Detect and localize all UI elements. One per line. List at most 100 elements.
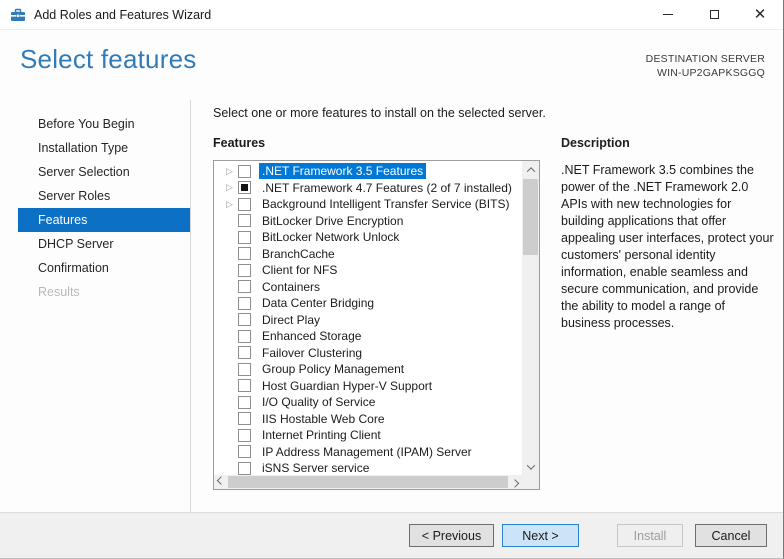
feature-row-group-policy-management[interactable]: ▷ Group Policy Management — [214, 361, 522, 378]
feature-checkbox[interactable] — [238, 362, 251, 376]
feature-label[interactable]: Internet Printing Client — [259, 427, 384, 443]
sidebar-item-dhcp-server[interactable]: DHCP Server — [18, 232, 190, 256]
feature-row-net-framework-3-5-features[interactable]: ▷ .NET Framework 3.5 Features — [214, 163, 522, 180]
feature-row-iis-hostable-web-core[interactable]: ▷ IIS Hostable Web Core — [214, 411, 522, 428]
wizard-footer: < Previous Next > Install Cancel — [0, 512, 783, 558]
next-button[interactable]: Next > — [502, 524, 579, 547]
description-text: .NET Framework 3.5 combines the power of… — [561, 163, 774, 330]
feature-label[interactable]: BranchCache — [259, 246, 338, 262]
feature-checkbox[interactable] — [238, 379, 251, 393]
feature-label[interactable]: Containers — [259, 279, 323, 295]
feature-row-isns-server-service[interactable]: ▷ iSNS Server service — [214, 460, 522, 475]
feature-row-bitlocker-network-unlock[interactable]: ▷ BitLocker Network Unlock — [214, 229, 522, 246]
feature-row-background-intelligent-transfer-service-bits[interactable]: ▷ Background Intelligent Transfer Servic… — [214, 196, 522, 213]
feature-label[interactable]: Direct Play — [259, 312, 323, 328]
feature-row-client-for-nfs[interactable]: ▷ Client for NFS — [214, 262, 522, 279]
feature-checkbox[interactable] — [238, 181, 251, 195]
feature-row-enhanced-storage[interactable]: ▷ Enhanced Storage — [214, 328, 522, 345]
feature-label[interactable]: .NET Framework 4.7 Features (2 of 7 inst… — [259, 180, 515, 196]
cancel-button[interactable]: Cancel — [695, 524, 767, 547]
feature-label[interactable]: .NET Framework 3.5 Features — [259, 163, 427, 180]
feature-label[interactable]: Enhanced Storage — [259, 328, 364, 344]
feature-checkbox[interactable] — [238, 230, 251, 244]
install-button[interactable]: Install — [617, 524, 683, 547]
feature-checkbox[interactable] — [238, 461, 251, 475]
feature-label[interactable]: Client for NFS — [259, 262, 340, 278]
feature-checkbox[interactable] — [238, 412, 251, 426]
feature-label[interactable]: BitLocker Drive Encryption — [259, 213, 406, 229]
sidebar-item-label: Installation Type — [38, 141, 129, 155]
sidebar-item-label: Confirmation — [38, 261, 109, 275]
destination-server-block: DESTINATION SERVER WIN-UP2GAPKSGGQ — [646, 52, 765, 80]
feature-label[interactable]: Data Center Bridging — [259, 295, 377, 311]
minimize-icon — [663, 14, 673, 15]
window-title: Add Roles and Features Wizard — [34, 7, 212, 22]
wizard-window: Add Roles and Features Wizard ✕ Select f… — [0, 0, 784, 559]
feature-row-branchcache[interactable]: ▷ BranchCache — [214, 246, 522, 263]
feature-row-net-framework-4-7-features-2-of-7-installed[interactable]: ▷ .NET Framework 4.7 Features (2 of 7 in… — [214, 180, 522, 197]
sidebar-item-results: Results — [18, 280, 190, 304]
feature-checkbox[interactable] — [238, 346, 251, 360]
expand-arrow-icon[interactable]: ▷ — [224, 166, 235, 176]
scroll-right-button[interactable] — [508, 475, 522, 489]
feature-checkbox[interactable] — [238, 329, 251, 343]
close-icon: ✕ — [753, 6, 767, 23]
previous-button[interactable]: < Previous — [409, 524, 494, 547]
title-bar[interactable]: Add Roles and Features Wizard ✕ — [0, 0, 783, 30]
feature-label[interactable]: I/O Quality of Service — [259, 394, 378, 410]
feature-row-data-center-bridging[interactable]: ▷ Data Center Bridging — [214, 295, 522, 312]
sidebar-item-server-roles[interactable]: Server Roles — [18, 184, 190, 208]
feature-checkbox[interactable] — [238, 296, 251, 310]
feature-label[interactable]: iSNS Server service — [259, 460, 372, 475]
scroll-up-button[interactable] — [522, 161, 539, 178]
feature-label[interactable]: IP Address Management (IPAM) Server — [259, 444, 475, 460]
feature-row-i-o-quality-of-service[interactable]: ▷ I/O Quality of Service — [214, 394, 522, 411]
feature-checkbox[interactable] — [238, 263, 251, 277]
expand-arrow-icon[interactable]: ▷ — [224, 183, 235, 192]
sidebar-item-server-selection[interactable]: Server Selection — [18, 160, 190, 184]
vertical-scrollbar[interactable] — [522, 161, 539, 475]
maximize-button[interactable] — [691, 0, 737, 29]
scroll-down-button[interactable] — [522, 458, 539, 475]
feature-checkbox[interactable] — [238, 428, 251, 442]
feature-row-bitlocker-drive-encryption[interactable]: ▷ BitLocker Drive Encryption — [214, 213, 522, 230]
feature-checkbox[interactable] — [238, 247, 251, 261]
sidebar-item-installation-type[interactable]: Installation Type — [18, 136, 190, 160]
sidebar-item-before-you-begin[interactable]: Before You Begin — [18, 112, 190, 136]
feature-row-direct-play[interactable]: ▷ Direct Play — [214, 312, 522, 329]
scroll-left-button[interactable] — [214, 475, 228, 489]
feature-checkbox[interactable] — [238, 445, 251, 459]
feature-label[interactable]: Failover Clustering — [259, 345, 365, 361]
feature-row-internet-printing-client[interactable]: ▷ Internet Printing Client — [214, 427, 522, 444]
feature-row-containers[interactable]: ▷ Containers — [214, 279, 522, 296]
feature-row-host-guardian-hyper-v-support[interactable]: ▷ Host Guardian Hyper-V Support — [214, 378, 522, 395]
feature-checkbox[interactable] — [238, 313, 251, 327]
feature-checkbox[interactable] — [238, 197, 251, 211]
sidebar-item-label: Before You Begin — [38, 117, 135, 131]
minimize-button[interactable] — [645, 0, 691, 29]
feature-checkbox[interactable] — [238, 164, 251, 178]
feature-label[interactable]: IIS Hostable Web Core — [259, 411, 388, 427]
sidebar-item-label: DHCP Server — [38, 237, 114, 251]
feature-checkbox[interactable] — [238, 214, 251, 228]
feature-checkbox[interactable] — [238, 280, 251, 294]
feature-checkbox[interactable] — [238, 395, 251, 409]
feature-label[interactable]: Group Policy Management — [259, 361, 407, 377]
chevron-up-icon — [526, 166, 535, 176]
feature-label[interactable]: Host Guardian Hyper-V Support — [259, 378, 435, 394]
horizontal-scrollbar[interactable] — [214, 475, 522, 489]
expand-arrow-icon[interactable]: ▷ — [224, 199, 235, 209]
chevron-right-icon — [510, 479, 520, 488]
sidebar-item-features[interactable]: Features — [18, 208, 190, 232]
sidebar-item-label: Features — [38, 213, 88, 227]
sidebar-item-label: Server Selection — [38, 165, 130, 179]
sidebar-item-confirmation[interactable]: Confirmation — [18, 256, 190, 280]
feature-row-ip-address-management-ipam-server[interactable]: ▷ IP Address Management (IPAM) Server — [214, 444, 522, 461]
feature-label[interactable]: BitLocker Network Unlock — [259, 229, 402, 245]
close-button[interactable]: ✕ — [737, 0, 783, 29]
feature-label[interactable]: Background Intelligent Transfer Service … — [259, 196, 512, 212]
feature-row-failover-clustering[interactable]: ▷ Failover Clustering — [214, 345, 522, 362]
vertical-scroll-thumb[interactable] — [523, 179, 538, 255]
horizontal-scroll-thumb[interactable] — [228, 476, 508, 488]
wizard-app-icon — [11, 8, 25, 21]
